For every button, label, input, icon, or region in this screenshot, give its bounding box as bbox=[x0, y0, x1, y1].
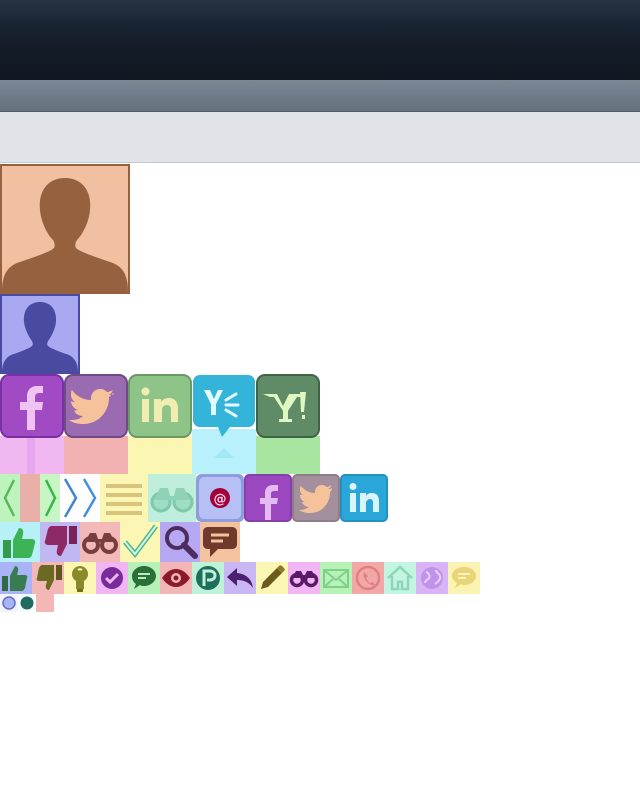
thumbs-down-icon bbox=[40, 522, 80, 562]
square-icon bbox=[36, 594, 54, 612]
check-circle-icon bbox=[96, 562, 128, 594]
checkmark-icon bbox=[120, 522, 160, 562]
comment-icon bbox=[128, 562, 160, 594]
phone-icon bbox=[352, 562, 384, 594]
eye-icon bbox=[160, 562, 192, 594]
toolbar-bar bbox=[0, 112, 640, 163]
binoculars-icon bbox=[148, 474, 196, 522]
subheader-bar bbox=[0, 80, 640, 112]
chevron-left-icon bbox=[0, 474, 20, 522]
lightbulb-icon bbox=[64, 562, 96, 594]
chevron-right-icon bbox=[20, 474, 40, 522]
comment-icon bbox=[200, 522, 240, 562]
person-silhouette-icon bbox=[0, 294, 80, 374]
thumbs-up-icon bbox=[0, 522, 40, 562]
twitter-icon bbox=[292, 474, 340, 522]
thumbs-up-icon bbox=[0, 562, 32, 594]
globe-icon bbox=[416, 562, 448, 594]
person-silhouette-icon bbox=[0, 164, 130, 294]
chevron-right-icon bbox=[60, 474, 80, 522]
header-bar bbox=[0, 0, 640, 81]
facebook-icon bbox=[244, 474, 292, 522]
home-icon bbox=[384, 562, 416, 594]
yahoo-icon bbox=[256, 374, 320, 474]
reply-icon bbox=[224, 562, 256, 594]
envelope-icon bbox=[320, 562, 352, 594]
twitter-icon bbox=[64, 374, 128, 474]
linkedin-icon bbox=[128, 374, 192, 474]
facebook-icon bbox=[0, 374, 64, 474]
chevron-right-icon bbox=[80, 474, 100, 522]
search-icon bbox=[160, 522, 200, 562]
circle-icon bbox=[0, 594, 18, 612]
comment-icon bbox=[448, 562, 480, 594]
circle-icon bbox=[18, 594, 36, 612]
pencil-icon bbox=[256, 562, 288, 594]
linkedin-icon bbox=[340, 474, 388, 522]
svg-text:@: @ bbox=[214, 492, 227, 507]
yammer-icon bbox=[192, 374, 256, 474]
email-icon: @ bbox=[196, 474, 244, 522]
thumbs-down-icon bbox=[32, 562, 64, 594]
binoculars-icon bbox=[80, 522, 120, 562]
p-circle-icon bbox=[192, 562, 224, 594]
chevron-right-icon bbox=[40, 474, 60, 522]
binoculars-icon bbox=[288, 562, 320, 594]
list-lines-icon bbox=[100, 474, 148, 522]
